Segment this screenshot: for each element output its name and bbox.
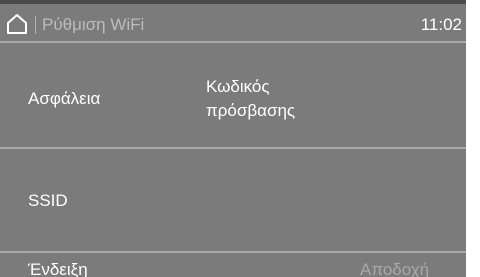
page-title: Ρύθμιση WiFi bbox=[42, 15, 145, 34]
footer-divider bbox=[0, 251, 466, 253]
accept-button[interactable]: Αποδοχή bbox=[360, 258, 429, 277]
setting-row-security[interactable]: Ασφάλεια Κωδικός πρόσβασης bbox=[0, 43, 466, 147]
setting-row-ssid[interactable]: SSID bbox=[0, 149, 466, 251]
clock: 11:02 bbox=[420, 15, 462, 34]
security-label: Ασφάλεια bbox=[28, 89, 101, 108]
header-separator bbox=[35, 16, 36, 34]
ssid-label: SSID bbox=[28, 191, 68, 210]
header-bar: Ρύθμιση WiFi 11:02 bbox=[0, 4, 466, 41]
security-value-line2: πρόσβασης bbox=[206, 101, 296, 120]
show-button[interactable]: Ένδειξη bbox=[28, 258, 88, 277]
wifi-settings-screen: Ρύθμιση WiFi 11:02 Ασφάλεια Κωδικός πρόσ… bbox=[0, 0, 466, 277]
security-value-line1: Κωδικός bbox=[206, 77, 270, 96]
